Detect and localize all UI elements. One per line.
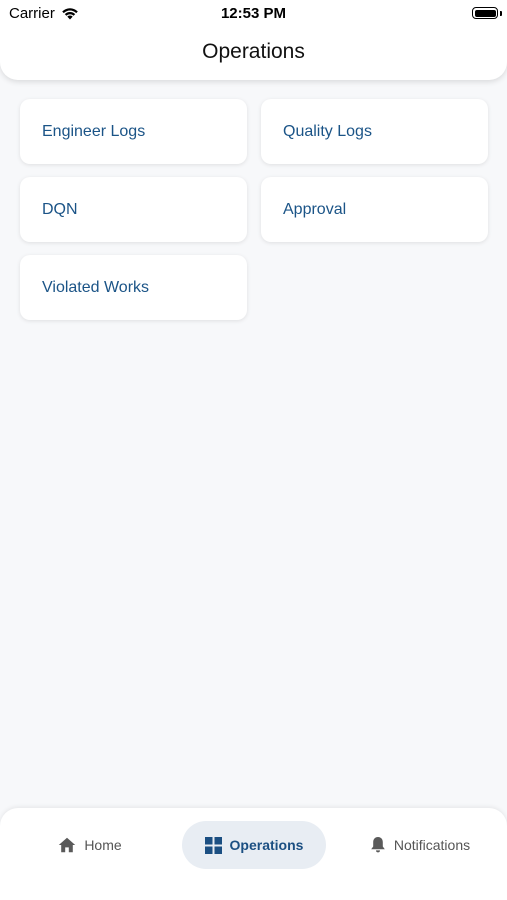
- card-label: Engineer Logs: [42, 122, 146, 140]
- nav-item-home[interactable]: Home: [35, 821, 145, 869]
- operations-grid: Engineer Logs Quality Logs DQN Approval …: [20, 99, 488, 320]
- battery-icon: [472, 7, 498, 19]
- battery-fill: [474, 9, 496, 17]
- battery-cap: [500, 11, 502, 16]
- nav-label: Notifications: [393, 837, 471, 853]
- card-label: Violated Works: [42, 278, 150, 296]
- card-dqn[interactable]: DQN: [20, 177, 247, 242]
- bell-icon: [370, 836, 386, 854]
- status-bar: Carrier 12:53 PM: [0, 0, 507, 28]
- nav-label: Home: [84, 837, 122, 853]
- nav-item-operations[interactable]: Operations: [182, 821, 326, 869]
- nav-item-notifications[interactable]: Notifications: [355, 821, 485, 869]
- card-violated-works[interactable]: Violated Works: [20, 255, 247, 320]
- home-icon: [58, 837, 76, 853]
- grid-icon: [204, 836, 222, 854]
- card-quality-logs[interactable]: Quality Logs: [261, 99, 488, 164]
- card-label: DQN: [42, 200, 78, 218]
- card-approval[interactable]: Approval: [261, 177, 488, 242]
- card-label: Quality Logs: [283, 122, 372, 140]
- page-title: Operations: [202, 40, 305, 63]
- card-engineer-logs[interactable]: Engineer Logs: [20, 99, 247, 164]
- nav-label: Operations: [229, 837, 304, 853]
- status-time: 12:53 PM: [220, 5, 287, 22]
- bottom-nav: Home Operations Notifications: [0, 808, 507, 900]
- card-label: Approval: [283, 200, 347, 218]
